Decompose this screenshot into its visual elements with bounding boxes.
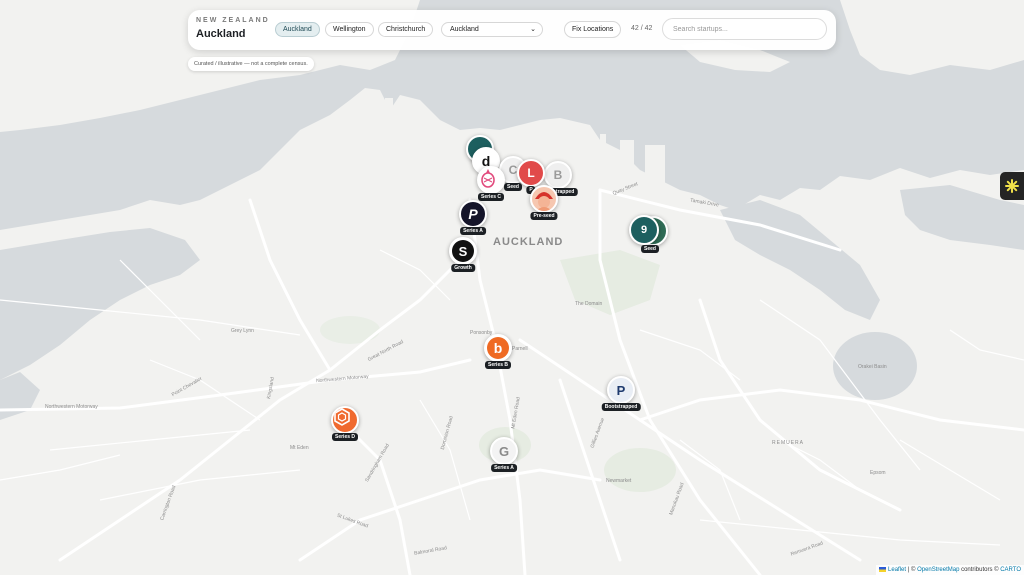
startup-stage-badge: Series A <box>491 464 517 472</box>
search-input[interactable] <box>662 18 827 40</box>
map-label-epsom: Epsom <box>870 470 886 476</box>
country-label: NEW ZEALAND <box>196 17 270 24</box>
map-tiles <box>0 0 1024 575</box>
city-tab-christchurch[interactable]: Christchurch <box>378 22 434 37</box>
flag-icon <box>879 566 887 572</box>
map-label-parnell: Parnell <box>512 346 528 352</box>
startup-stage-badge: Bootstrapped <box>601 403 641 411</box>
startup-logo <box>477 166 505 194</box>
fix-locations-button[interactable]: Fix Locations <box>564 21 622 38</box>
startup-stage-badge: Series C <box>477 193 505 201</box>
map-label-the-domain: The Domain <box>575 301 603 307</box>
cluster-marker[interactable]: 9 <box>629 215 659 245</box>
carto-link[interactable]: CARTO <box>1000 567 1021 573</box>
city-title: Auckland <box>196 28 246 40</box>
control-panel: NEW ZEALAND Auckland Auckland Wellington… <box>188 10 836 50</box>
disclaimer-note: Curated / illustrative — not a complete … <box>188 57 314 71</box>
asterisk-icon <box>1005 179 1019 193</box>
chevron-down-icon: ⌄ <box>530 26 536 33</box>
startup-logo <box>331 406 359 434</box>
city-tab-auckland[interactable]: Auckland <box>275 22 320 37</box>
startup-stage-badge: Pre-seed <box>530 212 558 220</box>
osm-link[interactable]: OpenStreetMap <box>917 567 959 573</box>
pineapple-icon <box>481 169 495 188</box>
startup-stage-badge: Growth <box>451 264 475 272</box>
map-label-newmarket: Newmarket <box>606 478 632 484</box>
hexagon-icon <box>334 408 350 426</box>
map-label-mt-eden: Mt Eden <box>290 445 309 451</box>
startup-logo: G <box>490 437 518 465</box>
map-label-auckland: AUCKLAND <box>493 236 564 248</box>
map-label-remuera: REMUERA <box>772 440 805 446</box>
cluster-count: 9 <box>640 224 648 236</box>
leaflet-link[interactable]: Leaflet <box>888 567 906 573</box>
startup-logo: b <box>484 334 512 362</box>
startup-stage-badge: Series B <box>484 361 512 369</box>
region-select-value: Auckland <box>450 26 479 33</box>
region-select[interactable]: Auckland ⌄ <box>441 22 543 37</box>
cluster-stage-badge: Seed <box>641 245 659 253</box>
startup-logo: P <box>459 200 487 228</box>
map-attribution: Leaflet | © OpenStreetMap contributors ©… <box>876 565 1024 575</box>
map-label-grey-lynn: Grey Lynn <box>231 328 254 334</box>
startup-stage-badge: Series D <box>331 433 359 441</box>
map-label-ponsonby: Ponsonby <box>470 330 493 336</box>
result-count: 42 / 42 <box>631 25 653 32</box>
attribution-separator: | © <box>907 567 916 573</box>
side-widget-button[interactable] <box>1000 172 1024 200</box>
startup-stage-badge: Seed <box>504 183 522 191</box>
startup-logo: P <box>607 376 635 404</box>
attribution-contributors: contributors © <box>961 567 999 573</box>
map[interactable]: AUCKLAND The Domain REMUERA Orakei Basin… <box>0 0 1024 575</box>
startup-stage-badge: Series A <box>460 227 486 235</box>
startup-logo: L <box>517 159 545 187</box>
map-label-orakei-basin: Orakei Basin <box>858 364 887 370</box>
startup-logo: S <box>449 237 477 265</box>
startup-logo <box>530 185 558 213</box>
avatar-icon <box>535 192 553 211</box>
map-label-northwestern-motorway-west: Northwestern Motorway <box>45 404 98 410</box>
city-tab-wellington[interactable]: Wellington <box>325 22 374 37</box>
